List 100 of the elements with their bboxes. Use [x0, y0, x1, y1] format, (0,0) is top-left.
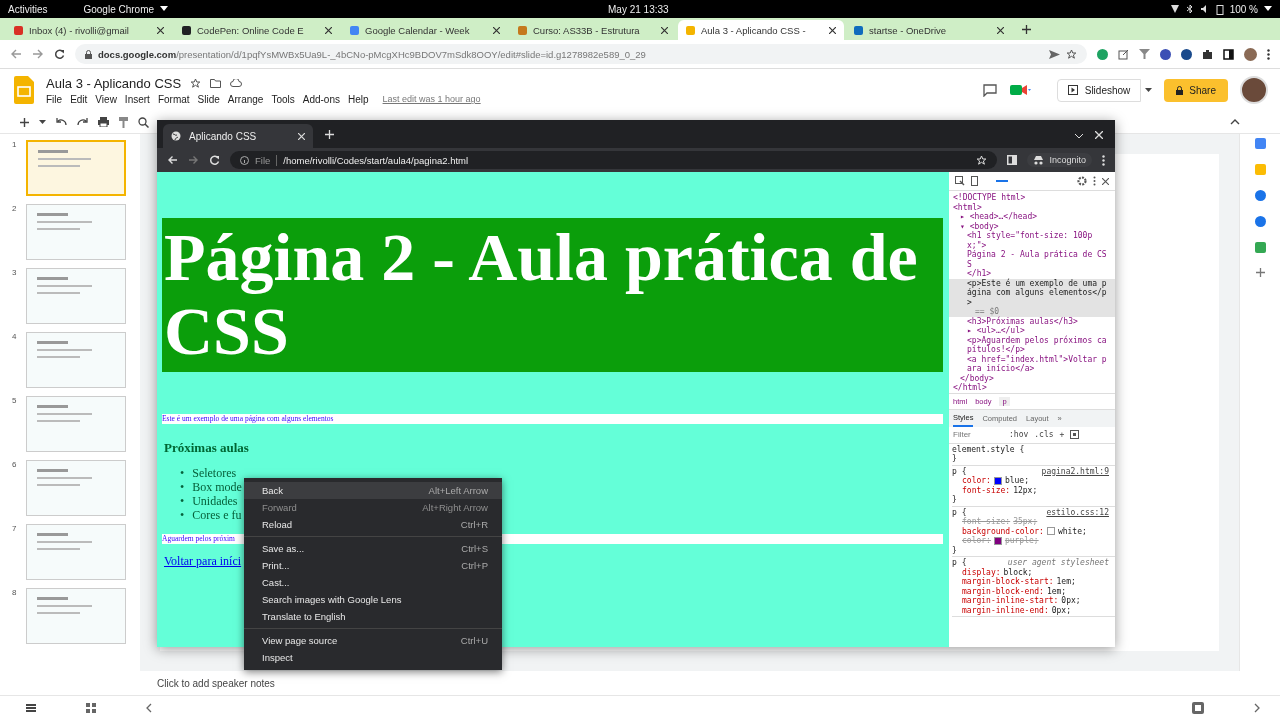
menu-item[interactable]: Help [348, 93, 369, 105]
dom-node[interactable]: ▸ <head>…</head> [949, 212, 1115, 222]
collapse-icon[interactable] [146, 703, 152, 713]
map-pin-icon[interactable] [1254, 242, 1266, 253]
close-icon[interactable] [157, 26, 164, 34]
side-panel-icon[interactable] [1223, 48, 1234, 60]
dom-node[interactable]: <!DOCTYPE html> [949, 193, 1115, 203]
menu-item[interactable]: Print... Ctrl+P [244, 557, 502, 574]
collapse-icon[interactable] [1254, 703, 1260, 713]
dom-node[interactable]: <p>Este é um exemplo de uma página com alguns elementos</p> == $0 [949, 278, 1115, 317]
incognito-badge[interactable]: Incognito [1027, 153, 1092, 167]
computed-sidebar-icon[interactable] [1070, 430, 1080, 439]
menu-item[interactable]: Tools [271, 93, 295, 105]
speaker-notes-placeholder[interactable]: Click to add speaker notes [157, 677, 275, 689]
activities-button[interactable]: Activities [8, 3, 48, 15]
browser-tab[interactable]: Inbox (4) - rivolli@gmail [6, 20, 172, 40]
comment-icon[interactable] [982, 83, 997, 97]
css-property[interactable]: color: [962, 476, 991, 486]
class-button[interactable]: .cls [1034, 430, 1054, 439]
device-icon[interactable] [971, 176, 980, 186]
menu-item[interactable]: File [46, 93, 63, 105]
browser-tab[interactable]: Aula 3 - Aplicando CSS - [678, 20, 844, 40]
menu-item[interactable]: Edit [70, 93, 88, 105]
menu-item[interactable]: Back Alt+Left Arrow [244, 482, 502, 499]
css-value[interactable]: 0px; [1051, 605, 1071, 615]
plus-icon[interactable] [1255, 268, 1265, 277]
avatar[interactable] [1240, 76, 1268, 104]
slide-thumbnail[interactable] [26, 460, 126, 516]
video-call-icon[interactable] [1008, 83, 1031, 97]
dom-node[interactable]: Página 2 - Aula prática de CSS [949, 250, 1115, 269]
settings-icon[interactable] [1077, 176, 1087, 186]
star-icon[interactable] [190, 77, 202, 89]
edit-icon[interactable] [1118, 48, 1129, 60]
close-icon[interactable] [661, 26, 668, 34]
contacts-icon[interactable] [1254, 216, 1266, 227]
browser-tab[interactable]: CodePen: Online Code E [174, 20, 340, 40]
close-icon[interactable] [493, 26, 500, 34]
hover-state-button[interactable]: :hov [1009, 430, 1029, 439]
grid-view-icon[interactable] [86, 703, 96, 713]
folder-icon[interactable] [210, 78, 222, 88]
color-swatch[interactable] [993, 536, 1002, 545]
paint-format-icon[interactable] [119, 116, 128, 128]
dom-node[interactable]: </h1> [949, 269, 1115, 279]
close-icon[interactable] [829, 26, 836, 34]
menu-item[interactable]: Search images with Google Lens [244, 591, 502, 608]
inspect-icon[interactable] [955, 176, 965, 186]
dom-node[interactable]: </body> [949, 373, 1115, 383]
close-icon[interactable] [1102, 177, 1109, 185]
caret-icon[interactable] [39, 120, 46, 124]
tasks-icon[interactable] [1254, 190, 1266, 201]
css-value[interactable]: blue; [1004, 476, 1029, 486]
redo-icon[interactable] [77, 118, 88, 126]
slide-thumbnail[interactable] [26, 524, 126, 580]
css-property[interactable]: background-color: [962, 526, 1044, 536]
caret-icon[interactable] [1145, 88, 1153, 92]
caret-icon[interactable] [1075, 134, 1083, 139]
extension-icon[interactable] [1181, 48, 1192, 60]
menu-item[interactable]: View [95, 93, 117, 105]
dom-node[interactable]: <h3>Próximas aulas</h3> [949, 316, 1115, 326]
menu-item[interactable]: Add-ons [302, 93, 340, 105]
menu-item[interactable]: Translate to English [244, 608, 502, 625]
calendar-icon[interactable] [1254, 138, 1266, 149]
plus-icon[interactable] [20, 117, 29, 127]
dom-node[interactable]: ▾ <body> [949, 221, 1115, 231]
slide-thumbnail[interactable] [26, 140, 126, 196]
zoom-icon[interactable] [138, 116, 149, 128]
cloud-icon[interactable] [230, 79, 243, 87]
dom-node[interactable]: <html> [949, 202, 1115, 212]
slide-thumbnail[interactable] [26, 204, 126, 260]
avatar[interactable] [1244, 47, 1257, 61]
more-icon[interactable] [1102, 154, 1105, 166]
browser-tab[interactable]: Curso: AS33B - Estrutura [510, 20, 676, 40]
browser-tab[interactable]: startse - OneDrive [846, 20, 1012, 40]
browser-tab[interactable]: Google Calendar - Week [342, 20, 508, 40]
filter-icon[interactable] [1139, 49, 1150, 59]
css-value[interactable]: 0px; [1061, 596, 1081, 606]
menu-item[interactable]: View page source Ctrl+U [244, 632, 502, 649]
document-title[interactable]: Aula 3 - Aplicando CSS [46, 75, 182, 91]
dom-node[interactable]: <a href="index.html">Voltar para início</a> [949, 354, 1115, 374]
css-value[interactable]: block; [1003, 567, 1033, 577]
explore-icon[interactable] [1192, 702, 1204, 714]
forward-icon[interactable] [32, 49, 44, 59]
dom-node[interactable]: </html> [949, 383, 1115, 393]
css-value[interactable]: white; [1057, 526, 1087, 536]
menu-item[interactable]: Format [157, 93, 190, 105]
new-tab-icon[interactable] [1022, 25, 1031, 34]
slide-thumbnail[interactable] [26, 396, 126, 452]
filmstrip-view-icon[interactable] [26, 704, 36, 712]
css-value[interactable]: 12px; [1013, 485, 1038, 495]
css-property[interactable]: margin-block-start: [962, 577, 1054, 587]
close-icon[interactable] [325, 26, 332, 34]
clock[interactable]: May 21 13:33 [608, 3, 669, 15]
undo-icon[interactable] [56, 118, 67, 126]
browser-tab[interactable]: Aplicando CSS [163, 124, 313, 148]
css-property[interactable]: font-size: [962, 485, 1011, 495]
css-property[interactable]: display: [962, 567, 1001, 577]
menu-item[interactable]: Reload Ctrl+R [244, 516, 502, 533]
css-property[interactable]: margin-inline-start: [962, 596, 1059, 606]
star-icon[interactable] [1066, 48, 1077, 60]
rule-source-link[interactable]: estilo.css:12 [1046, 507, 1109, 517]
